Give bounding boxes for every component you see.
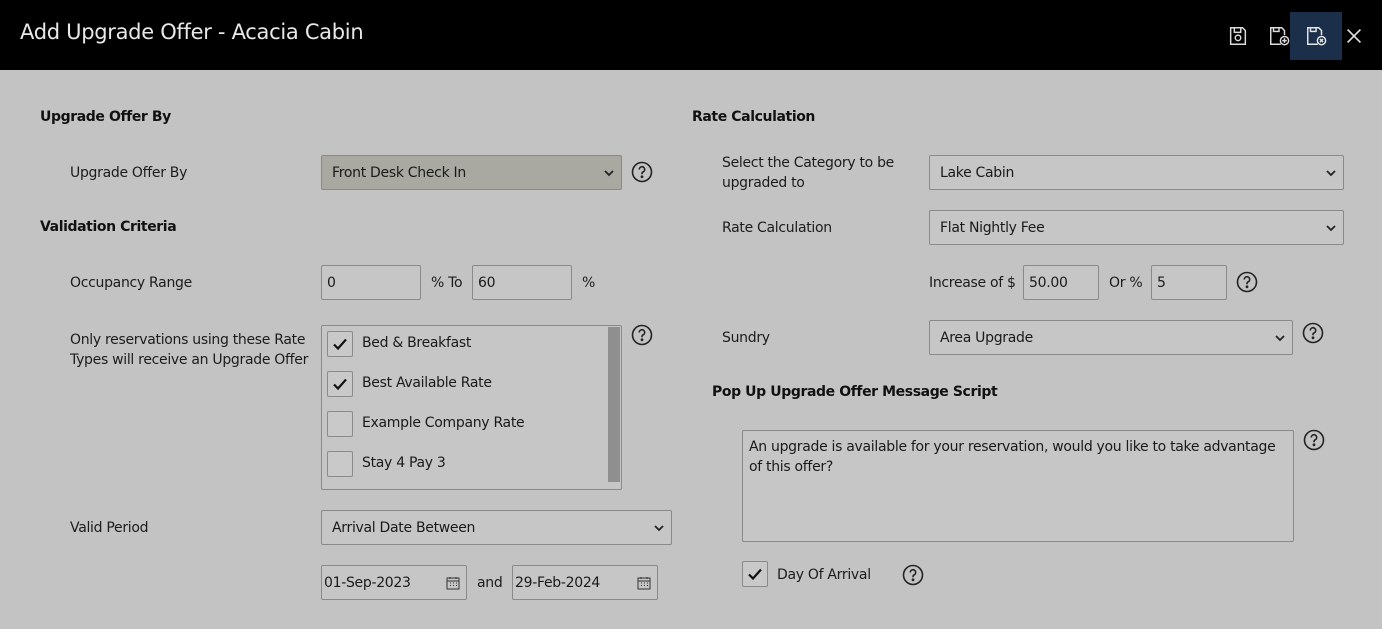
checkmark-icon [333,378,347,391]
occupancy-percent-label: % [582,275,596,291]
sundry-label: Sundry [722,330,770,346]
day-of-arrival-checkbox[interactable] [742,561,768,587]
chevron-down-icon [604,170,614,177]
increase-label: Increase of $ [929,275,1016,291]
help-icon[interactable] [1236,271,1258,293]
page-title: Add Upgrade Offer - Acacia Cabin [20,20,364,44]
rate-calculation-value: Flat Nightly Fee [940,219,1045,236]
chevron-down-icon [1326,170,1336,177]
sundry-select[interactable]: Area Upgrade [929,320,1293,355]
rate-types-label-line2: Types will receive an Upgrade Offer [70,352,309,368]
occupancy-to-label: % To [431,275,463,291]
rate-type-checkbox[interactable] [327,451,353,477]
category-label-line1: Select the Category to be [722,155,894,171]
day-of-arrival-label: Day Of Arrival [777,567,871,583]
valid-period-select[interactable]: Arrival Date Between [321,510,672,545]
close-button[interactable] [1330,12,1378,60]
upgrade-offer-by-heading: Upgrade Offer By [40,109,171,125]
rate-type-label: Best Available Rate [362,375,492,391]
checkmark-icon [748,568,762,581]
rate-type-checkbox[interactable] [327,371,353,397]
sundry-value: Area Upgrade [940,329,1033,346]
date-to-value: 29-Feb-2024 [515,574,601,591]
date-from-input[interactable]: 01-Sep-2023 [321,565,467,600]
save-and-new-icon [1270,27,1290,46]
validation-criteria-heading: Validation Criteria [40,219,177,235]
checkmark-icon [333,338,347,351]
rate-type-label: Bed & Breakfast [362,335,472,351]
occupancy-range-label: Occupancy Range [70,275,192,291]
occupancy-from-input[interactable]: 0 [321,265,421,300]
date-from-value: 01-Sep-2023 [324,574,411,591]
help-icon[interactable] [631,324,653,346]
chevron-down-icon [1326,225,1336,232]
occupancy-to-input[interactable]: 60 [472,265,572,300]
help-icon[interactable] [631,161,653,183]
valid-period-label: Valid Period [70,520,149,536]
close-icon [1346,28,1362,44]
rate-type-checkbox[interactable] [327,331,353,357]
rate-type-label: Example Company Rate [362,415,525,431]
or-percent-input[interactable]: 5 [1151,265,1227,300]
rate-calculation-select[interactable]: Flat Nightly Fee [929,210,1344,245]
chevron-down-icon [654,525,664,532]
calendar-icon[interactable] [637,576,651,590]
chevron-down-icon [1275,335,1285,342]
help-icon[interactable] [902,564,924,586]
upgrade-offer-by-value: Front Desk Check In [332,164,466,181]
save-and-close-icon [1307,27,1327,46]
rate-calculation-heading: Rate Calculation [692,109,815,125]
date-and-label: and [477,575,503,591]
rate-type-checkbox[interactable] [327,411,353,437]
rate-types-scrollbar[interactable] [608,327,620,482]
title-bar: Add Upgrade Offer - Acacia Cabin [0,0,1382,70]
upgrade-offer-by-select[interactable]: Front Desk Check In [321,155,622,190]
popup-message-textarea[interactable]: An upgrade is available for your reserva… [742,430,1294,542]
date-to-input[interactable]: 29-Feb-2024 [512,565,658,600]
help-icon[interactable] [1303,429,1325,451]
or-percent-label: Or % [1109,275,1143,291]
category-value: Lake Cabin [940,164,1015,181]
rate-calculation-label: Rate Calculation [722,220,832,236]
category-label-line2: upgraded to [722,175,805,191]
save-icon [1229,27,1247,45]
rate-type-label: Stay 4 Pay 3 [362,455,446,471]
valid-period-value: Arrival Date Between [332,519,476,536]
upgrade-offer-by-label: Upgrade Offer By [70,165,188,181]
category-select[interactable]: Lake Cabin [929,155,1344,190]
calendar-icon[interactable] [446,576,460,590]
increase-input[interactable]: 50.00 [1023,265,1099,300]
help-icon[interactable] [1302,322,1324,344]
rate-types-list[interactable]: Bed & Breakfast Best Available Rate Exam… [321,325,622,490]
rate-types-label-line1: Only reservations using these Rate [70,332,306,348]
popup-message-heading: Pop Up Upgrade Offer Message Script [712,384,998,400]
